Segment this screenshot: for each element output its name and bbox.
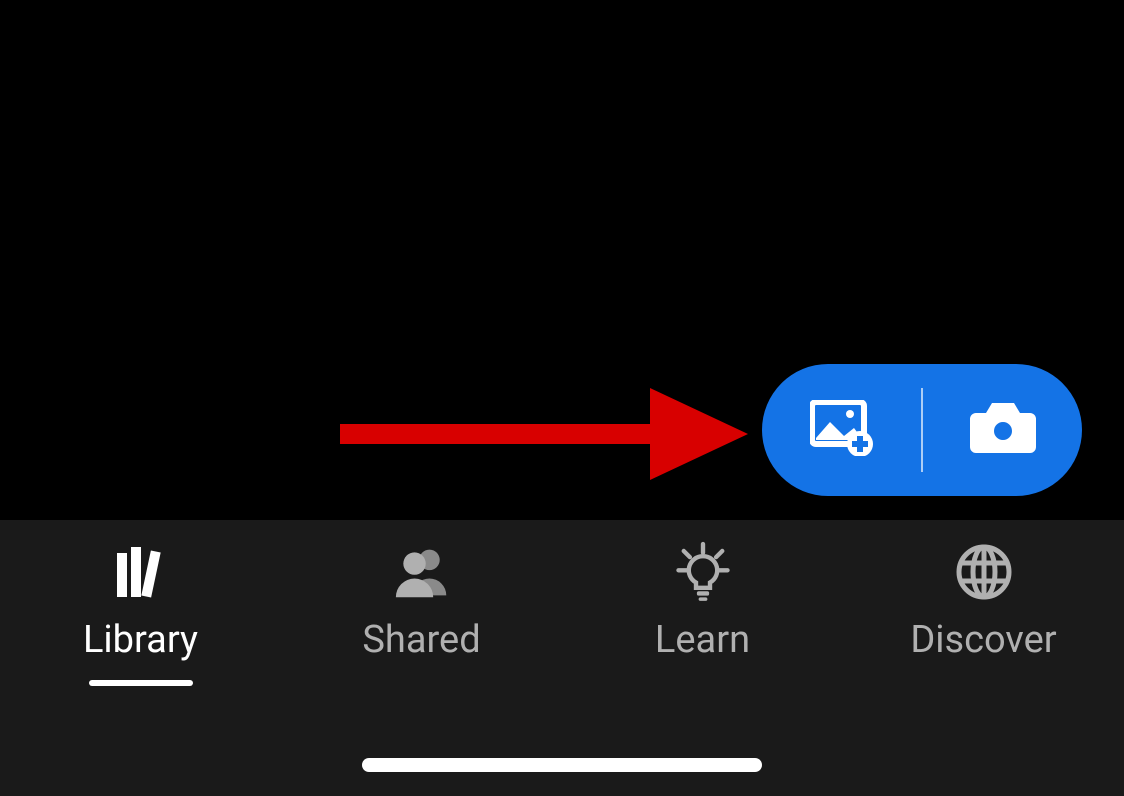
globe-icon xyxy=(956,544,1012,600)
nav-library[interactable]: Library xyxy=(0,544,281,662)
nav-label: Discover xyxy=(910,618,1056,662)
add-photo-icon xyxy=(810,400,874,460)
nav-learn[interactable]: Learn xyxy=(562,544,843,662)
add-photo-button[interactable] xyxy=(762,364,921,496)
nav-shared[interactable]: Shared xyxy=(281,544,562,662)
home-indicator[interactable] xyxy=(362,758,762,772)
bottom-nav: Library Shared xyxy=(0,520,1124,796)
people-icon xyxy=(394,544,450,600)
lightbulb-icon xyxy=(675,544,731,600)
add-capture-fab xyxy=(762,364,1082,496)
camera-button[interactable] xyxy=(923,364,1082,496)
library-icon xyxy=(113,544,169,600)
nav-discover[interactable]: Discover xyxy=(843,544,1124,662)
nav-label: Library xyxy=(83,618,198,662)
nav-label: Shared xyxy=(362,618,480,662)
camera-icon xyxy=(970,401,1036,459)
nav-label: Learn xyxy=(655,618,750,662)
